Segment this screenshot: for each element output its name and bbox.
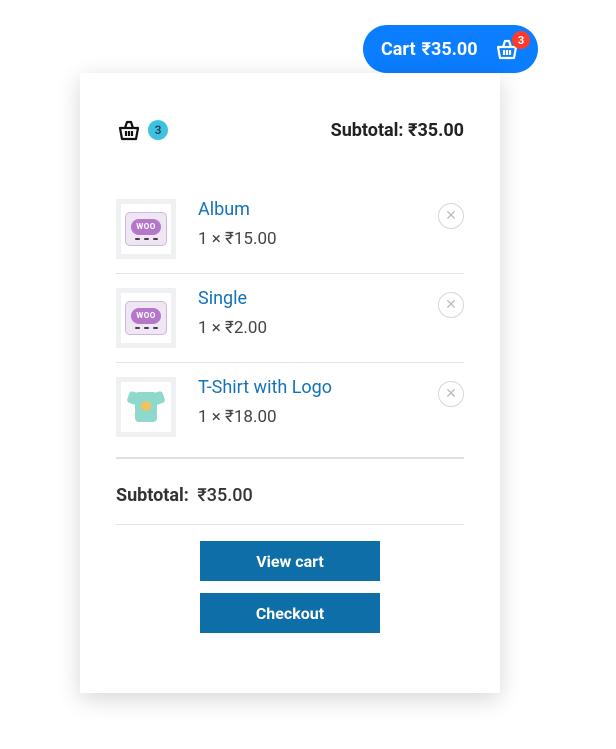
product-title-link[interactable]: T-Shirt with Logo <box>198 377 438 399</box>
mini-cart-panel: 3 Subtotal: ₹35.00 WOOAlbum1 × ₹15.00✕WO… <box>80 73 500 693</box>
cart-summary-button[interactable]: Cart ₹35.00 3 <box>363 25 538 73</box>
subtotal-amount: ₹35.00 <box>197 485 252 506</box>
view-cart-button[interactable]: View cart <box>200 541 380 581</box>
basket-icon: 3 <box>494 38 520 60</box>
product-thumbnail[interactable] <box>116 377 176 437</box>
cart-item-row: WOO Album 1 × ₹15.00 ✕ <box>116 185 464 273</box>
subtotal-label: Subtotal: <box>331 120 404 141</box>
checkout-button[interactable]: Checkout <box>200 593 380 633</box>
cart-count-badge: 3 <box>512 31 530 49</box>
close-icon: ✕ <box>445 298 457 312</box>
cart-label: Cart <box>381 39 416 60</box>
subtotal-amount: ₹35.00 <box>408 120 464 141</box>
cart-amount: ₹35.00 <box>422 39 478 60</box>
product-title-link[interactable]: Single <box>198 288 438 310</box>
cart-item-row: T-Shirt with Logo 1 × ₹18.00 ✕ <box>116 362 464 451</box>
close-icon: ✕ <box>445 387 457 401</box>
product-title-link[interactable]: Album <box>198 199 438 221</box>
product-quantity-price: 1 × ₹18.00 <box>198 407 438 427</box>
remove-item-button[interactable]: ✕ <box>438 203 464 229</box>
close-icon: ✕ <box>445 209 457 223</box>
subtotal-label: Subtotal: <box>116 485 189 506</box>
cart-item-count: 3 <box>148 120 168 140</box>
product-thumbnail[interactable]: WOO <box>116 288 176 348</box>
product-quantity-price: 1 × ₹2.00 <box>198 318 438 338</box>
remove-item-button[interactable]: ✕ <box>438 292 464 318</box>
remove-item-button[interactable]: ✕ <box>438 381 464 407</box>
product-quantity-price: 1 × ₹15.00 <box>198 229 438 249</box>
cart-item-row: WOO Single 1 × ₹2.00 ✕ <box>116 273 464 362</box>
basket-icon <box>116 119 142 141</box>
product-thumbnail[interactable]: WOO <box>116 199 176 259</box>
